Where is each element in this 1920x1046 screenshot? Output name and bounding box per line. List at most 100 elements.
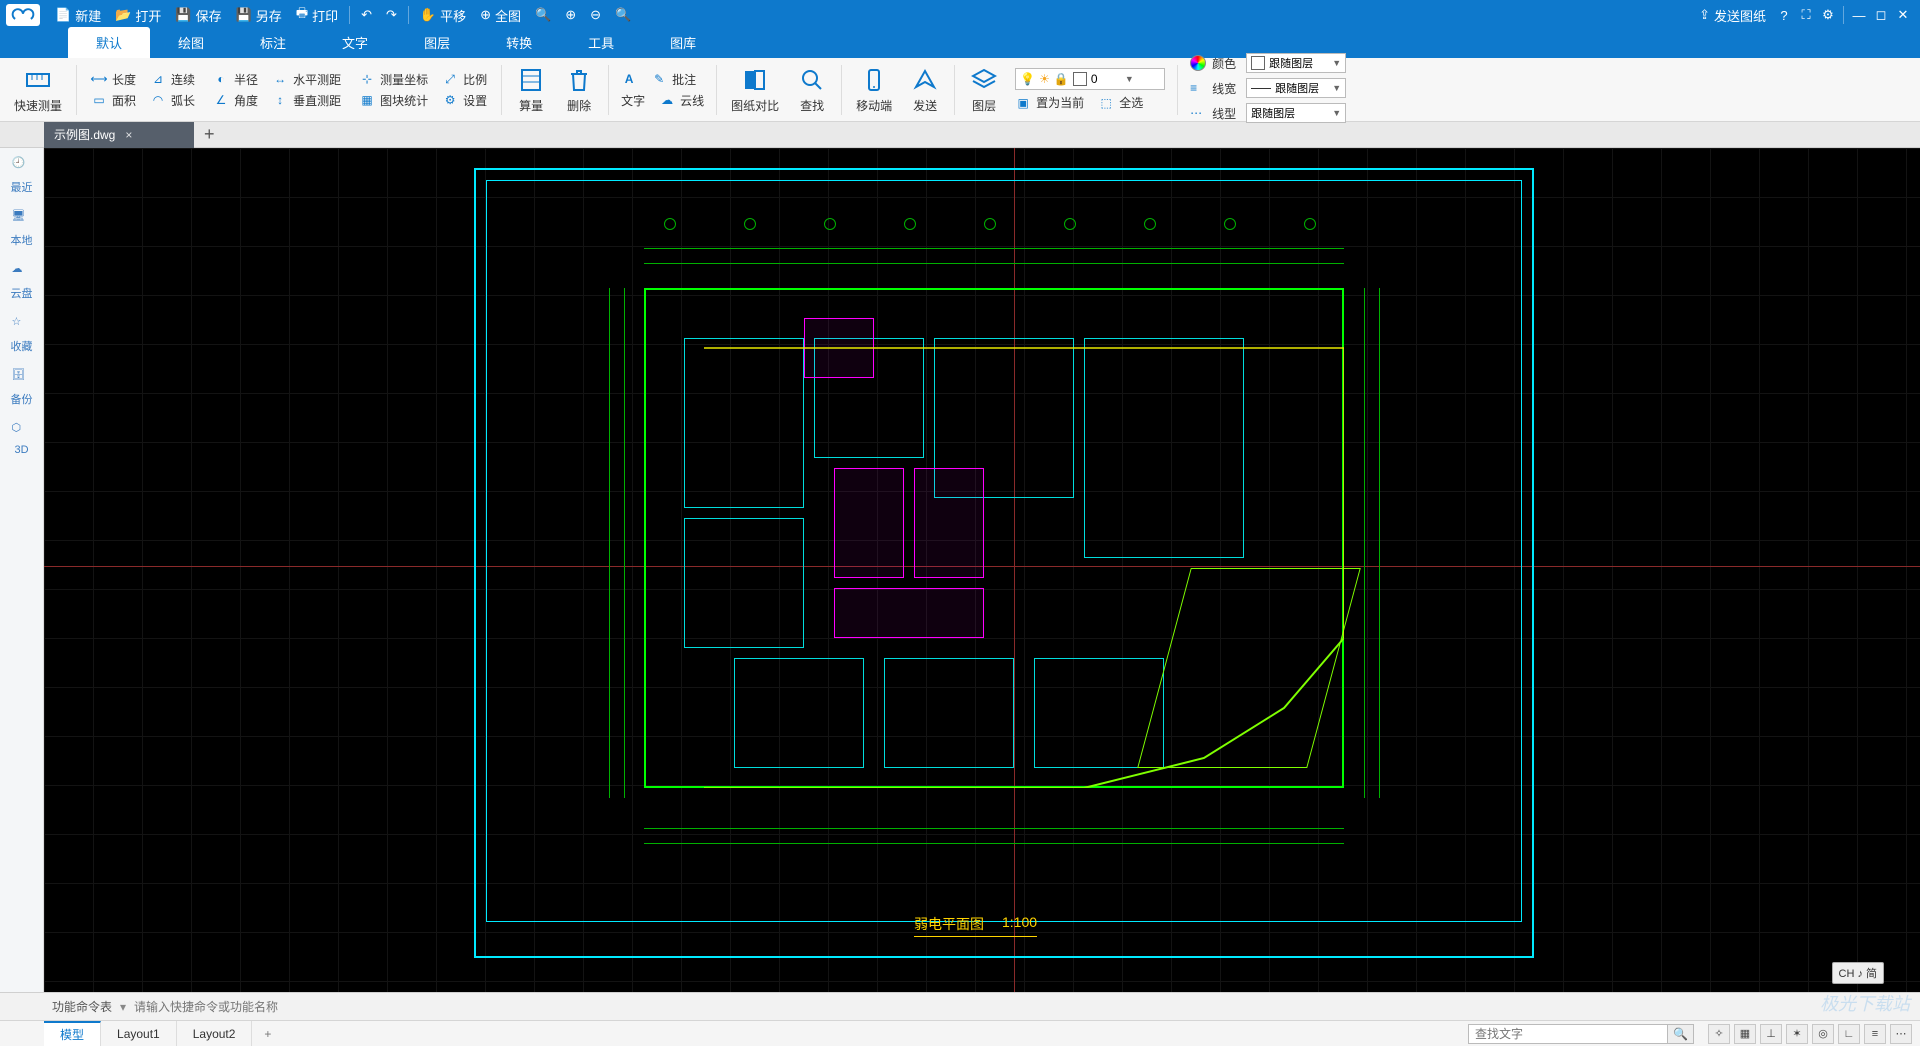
snap-toggle[interactable]: ✧ [1708,1024,1730,1044]
close-tab-button[interactable]: × [125,128,132,142]
sidebar: 🕘最近 🖥本地 ☁云盘 ☆收藏 🗄备份 ⬡3D [0,148,44,992]
cloud-button[interactable]: ☁云线 [659,92,704,109]
save-button[interactable]: 💾保存 [168,6,228,25]
search-button[interactable]: 🔍 [1668,1024,1694,1044]
document-name: 示例图.dwg [54,126,115,143]
misc-toggle[interactable]: ⋯ [1890,1024,1912,1044]
sidebar-fav[interactable]: ☆收藏 [11,315,33,354]
lineweight-select[interactable]: 跟随图层▼ [1246,78,1346,98]
layer-combo[interactable]: 💡 ☀ 🔒 ▼ [1015,68,1165,90]
sidebar-3d[interactable]: ⬡3D [12,421,32,456]
otrack-toggle[interactable]: ∟ [1838,1024,1860,1044]
text-icon: A [621,71,637,87]
separator [608,65,609,115]
hdist-button[interactable]: ↔水平测距 [272,71,341,88]
layer-color-swatch [1073,72,1087,86]
ribbon-panel: 快速测量 ⟷长度 ⊿连续 ▭面积 ◠弧长 ◐半径 ↔水平测距 ∠角度 ↕垂直测距… [0,58,1920,122]
add-layout-button[interactable]: + [252,1021,283,1046]
tab-default[interactable]: 默认 [68,27,150,58]
send-drawing-button[interactable]: ⇪发送图纸 [1692,6,1773,25]
block-stat-button[interactable]: ▦图块统计 [359,92,428,109]
floorplan [604,208,1384,868]
command-input[interactable] [134,1000,634,1014]
tab-library[interactable]: 图库 [642,27,724,58]
chevron-down-icon[interactable]: ▾ [120,1000,126,1014]
search-icon [797,65,827,95]
vdist-button[interactable]: ↕垂直测距 [272,92,341,109]
zoom-extents-button[interactable]: ⊕全图 [473,6,528,25]
zoom-realtime-button[interactable]: 🔍 [608,7,638,23]
trash-icon [564,65,594,95]
area-button[interactable]: ▭面积 [91,92,136,109]
color-select[interactable]: 跟随图层▼ [1246,53,1346,73]
arc-button[interactable]: ◠弧长 [150,92,195,109]
ortho-toggle[interactable]: ⊥ [1760,1024,1782,1044]
find-button[interactable]: 查找 [789,65,835,114]
delete-button[interactable]: 删除 [556,65,602,114]
select-all-button[interactable]: ⬚全选 [1098,94,1143,111]
quick-measure-button[interactable]: 快速测量 [6,65,70,114]
layout-tab-model[interactable]: 模型 [44,1021,101,1046]
open-button[interactable]: 📂打开 [108,6,168,25]
send-button[interactable]: 发送 [902,65,948,114]
tab-text[interactable]: 文字 [314,27,396,58]
tab-draw[interactable]: 绘图 [150,27,232,58]
compare-button[interactable]: 图纸对比 [723,65,787,114]
tab-convert[interactable]: 转换 [478,27,560,58]
mobile-button[interactable]: 移动端 [848,65,900,114]
linetype-select[interactable]: 跟随图层▼ [1246,103,1346,123]
save-icon: 💾 [175,7,191,23]
maximize-button[interactable]: ◻ [1870,7,1892,23]
sidebar-backup[interactable]: 🗄备份 [11,368,33,407]
settings-button[interactable]: ⚙ [1817,7,1839,23]
drawing-canvas[interactable]: 弱电平面图 1:100 CH ♪ 简 [44,148,1920,992]
coord-button[interactable]: ⊹测量坐标 [359,71,428,88]
undo-button[interactable]: ↶ [354,7,379,23]
save-as-button[interactable]: 💾另存 [229,6,289,25]
add-tab-button[interactable]: + [194,124,225,145]
sidebar-recent[interactable]: 🕘最近 [11,156,33,195]
zoom-in-button[interactable]: ⊕ [558,7,583,23]
print-button[interactable]: 🖶打印 [289,4,345,26]
lineweight-toggle[interactable]: ≡ [1864,1024,1886,1044]
text2-button[interactable]: 文字 [621,92,645,109]
zoom-window-button[interactable]: 🔍 [528,7,558,23]
tab-layers[interactable]: 图层 [396,27,478,58]
layout-tab-1[interactable]: Layout1 [101,1021,177,1046]
layout-tab-2[interactable]: Layout2 [177,1021,253,1046]
sidebar-local[interactable]: 🖥本地 [11,209,33,248]
calc-button[interactable]: 算量 [508,65,554,114]
text-button[interactable]: A [621,71,637,88]
pan-button[interactable]: ✋平移 [413,6,473,25]
polar-toggle[interactable]: ✶ [1786,1024,1808,1044]
set-current-button[interactable]: ▣置为当前 [1015,94,1084,111]
grid-toggle[interactable]: ▦ [1734,1024,1756,1044]
sidebar-cloud[interactable]: ☁云盘 [11,262,33,301]
length-button[interactable]: ⟷长度 [91,71,136,88]
new-button[interactable]: 📄新建 [48,6,108,25]
layer-name-input[interactable] [1091,72,1121,86]
radius-button[interactable]: ◐半径 [213,71,258,88]
help-button[interactable]: ? [1773,8,1795,23]
continuous-button[interactable]: ⊿连续 [150,71,195,88]
tab-tools[interactable]: 工具 [560,27,642,58]
compare-icon [740,65,770,95]
zoom-out-button[interactable]: ⊖ [583,7,608,23]
fullscreen-button[interactable]: ⛶ [1795,7,1817,23]
osnap-toggle[interactable]: ◎ [1812,1024,1834,1044]
scale-button[interactable]: ⤢比例 [442,71,487,88]
document-tab[interactable]: 示例图.dwg × [44,122,194,148]
layers-button[interactable]: 图层 [961,65,1007,114]
separator [501,65,502,115]
color-wheel-icon [1190,55,1206,71]
minimize-button[interactable]: — [1848,8,1870,23]
tab-annotate[interactable]: 标注 [232,27,314,58]
close-button[interactable]: ✕ [1892,7,1914,23]
settings-measure-button[interactable]: ⚙设置 [442,92,487,109]
radius-icon: ◐ [213,71,229,87]
status-bar: 模型 Layout1 Layout2 + 🔍 ✧ ▦ ⊥ ✶ ◎ ∟ ≡ ⋯ [0,1020,1920,1046]
angle-button[interactable]: ∠角度 [213,92,258,109]
annotate-button[interactable]: ✎批注 [651,71,696,88]
redo-button[interactable]: ↷ [379,7,404,23]
search-input[interactable] [1468,1024,1668,1044]
